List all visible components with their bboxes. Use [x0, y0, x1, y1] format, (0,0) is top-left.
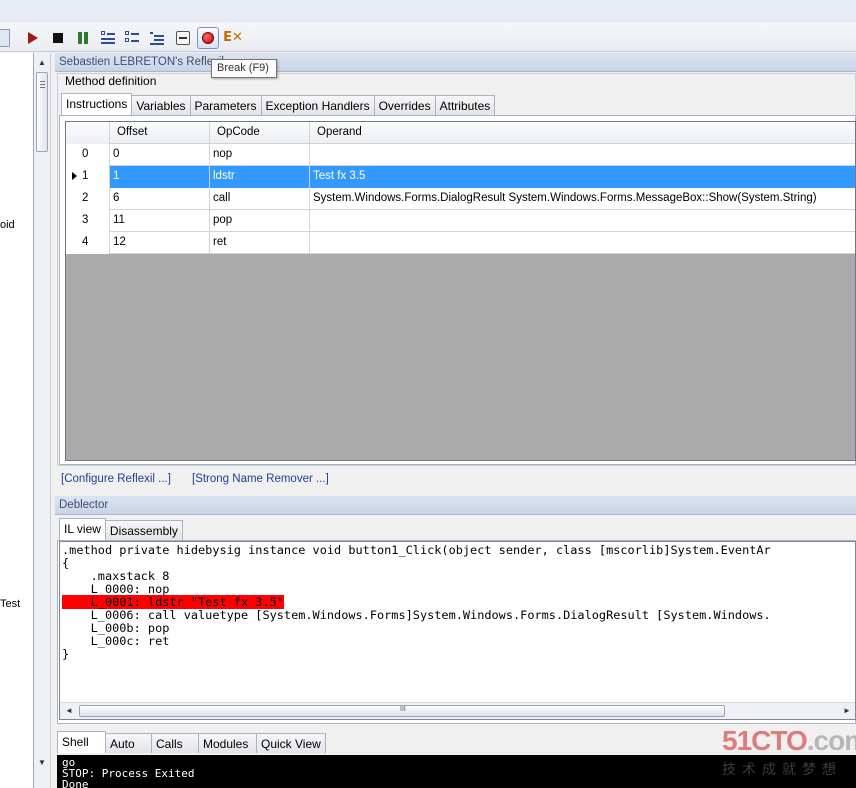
watermark-logo-suffix: .com	[806, 725, 856, 756]
step-over-icon	[125, 31, 139, 45]
row-index: 4	[66, 232, 110, 254]
cell-opcode[interactable]: nop	[210, 144, 310, 166]
il-code-line: .method private hidebysig instance void …	[62, 543, 771, 557]
cell-offset[interactable]: 1	[110, 166, 210, 188]
tab-disassembly[interactable]: Disassembly	[104, 520, 183, 540]
scroll-right-arrow-icon[interactable]: ►	[843, 706, 851, 715]
cell-operand[interactable]	[310, 144, 855, 166]
column-header-offset[interactable]: Offset	[110, 122, 210, 144]
reflexil-panel-title: Sebastien LEBRETON's Reflexil	[55, 53, 856, 72]
il-code-line: L_000c: ret	[62, 634, 170, 648]
debugger-toolbar: E✕	[0, 0, 856, 52]
pause-icon	[78, 32, 88, 44]
column-header-operand[interactable]: Operand	[310, 122, 855, 144]
cell-opcode[interactable]: pop	[210, 210, 310, 232]
scroll-thumb[interactable]	[36, 72, 48, 152]
tab-instructions[interactable]: Instructions	[61, 93, 133, 115]
run-to-cursor-icon	[176, 31, 190, 45]
step-into-icon	[101, 31, 115, 45]
run-button[interactable]	[22, 27, 44, 49]
break-icon	[202, 32, 214, 44]
tab-calls[interactable]: Calls	[151, 733, 199, 753]
stop-button[interactable]	[47, 27, 69, 49]
method-definition-label: Method definition	[63, 74, 159, 88]
grid-header: Offset OpCode Operand	[66, 122, 855, 144]
watermark-slogan: 技术成就梦想	[722, 762, 842, 778]
run-icon	[28, 32, 38, 44]
table-row[interactable]: 2 6 call System.Windows.Forms.DialogResu…	[66, 188, 855, 210]
row-index: 2	[66, 188, 110, 210]
cell-opcode[interactable]: ret	[210, 232, 310, 254]
il-code-view[interactable]: .method private hidebysig instance void …	[59, 541, 856, 720]
tab-auto[interactable]: Auto	[105, 733, 152, 753]
tree-vertical-scrollbar[interactable]: ▲ ▼	[34, 53, 51, 788]
break-tooltip: Break (F9)	[211, 59, 277, 78]
cell-operand[interactable]	[310, 210, 855, 232]
pause-button[interactable]	[72, 27, 94, 49]
code-horizontal-scrollbar[interactable]: ◄ III ►	[60, 702, 855, 719]
scroll-down-arrow-icon[interactable]: ▼	[38, 758, 46, 767]
cell-operand[interactable]: System.Windows.Forms.DialogResult System…	[310, 188, 855, 210]
run-to-cursor-button[interactable]	[172, 27, 194, 49]
cell-opcode[interactable]: ldstr	[210, 166, 310, 188]
tab-il-view[interactable]: IL view	[59, 518, 106, 540]
step-into-button[interactable]	[97, 27, 119, 49]
watermark-logo-text: 51CTO	[722, 725, 808, 756]
step-out-button[interactable]	[146, 27, 168, 49]
tab-variables[interactable]: Variables	[131, 95, 191, 115]
column-header-opcode[interactable]: OpCode	[210, 122, 310, 144]
tree-text-fragment: oid	[0, 219, 15, 231]
tab-exception-handlers[interactable]: Exception Handlers	[260, 95, 375, 115]
il-code-line: }	[62, 647, 70, 661]
cell-offset[interactable]: 11	[110, 210, 210, 232]
tab-modules[interactable]: Modules	[198, 733, 257, 753]
stop-icon	[53, 33, 63, 43]
strong-name-remover-link[interactable]: [Strong Name Remover ...]	[192, 473, 329, 485]
table-row[interactable]: 0 0 nop	[66, 144, 855, 166]
tab-parameters[interactable]: Parameters	[189, 95, 262, 115]
tab-shell[interactable]: Shell	[57, 731, 106, 753]
deblector-panel-title: Deblector	[55, 496, 856, 515]
cell-offset[interactable]: 0	[110, 144, 210, 166]
row-header-corner	[66, 122, 110, 144]
il-code-text: .method private hidebysig instance void …	[62, 544, 771, 661]
cell-offset[interactable]: 6	[110, 188, 210, 210]
configure-reflexil-link[interactable]: [Configure Reflexil ...]	[61, 473, 171, 485]
break-button[interactable]	[197, 27, 219, 49]
instructions-grid[interactable]: Offset OpCode Operand 0 0 nop 1 1 ldstr …	[65, 121, 856, 461]
current-row-pointer-icon	[72, 172, 77, 180]
cell-operand[interactable]	[310, 232, 855, 254]
row-index: 0	[66, 144, 110, 166]
site-watermark: 51CTO.com 技术成就梦想	[722, 725, 856, 785]
detach-icon: E✕	[223, 30, 243, 45]
detach-button[interactable]: E✕	[222, 27, 244, 49]
reflexil-tabs: Instructions Variables Parameters Except…	[61, 93, 496, 115]
deblector-tabs: IL view Disassembly	[59, 518, 183, 540]
table-row-selected[interactable]: 1 1 ldstr Test fx 3.5	[66, 166, 855, 188]
row-index: 3	[66, 210, 110, 232]
tab-attributes[interactable]: Attributes	[434, 95, 496, 115]
step-over-button[interactable]	[121, 27, 143, 49]
table-row[interactable]: 3 11 pop	[66, 210, 855, 232]
tab-quick-view[interactable]: Quick View	[256, 733, 326, 753]
scroll-up-arrow-icon[interactable]: ▲	[38, 58, 46, 67]
cell-operand[interactable]: Test fx 3.5	[310, 166, 855, 188]
cell-opcode[interactable]: call	[210, 188, 310, 210]
row-index: 1	[66, 166, 110, 188]
tree-text-fragment: Test	[0, 598, 21, 610]
scroll-left-arrow-icon[interactable]: ◄	[65, 706, 73, 715]
tab-overrides[interactable]: Overrides	[373, 95, 436, 115]
cell-offset[interactable]: 12	[110, 232, 210, 254]
scroll-grip: III	[400, 706, 406, 713]
table-row[interactable]: 4 12 ret	[66, 232, 855, 254]
step-out-icon	[150, 31, 164, 45]
refresh-icon[interactable]	[0, 29, 10, 47]
assembly-tree[interactable]: oid Test	[0, 53, 34, 788]
console-tabs: Shell Auto Calls Modules Quick View	[57, 731, 326, 753]
